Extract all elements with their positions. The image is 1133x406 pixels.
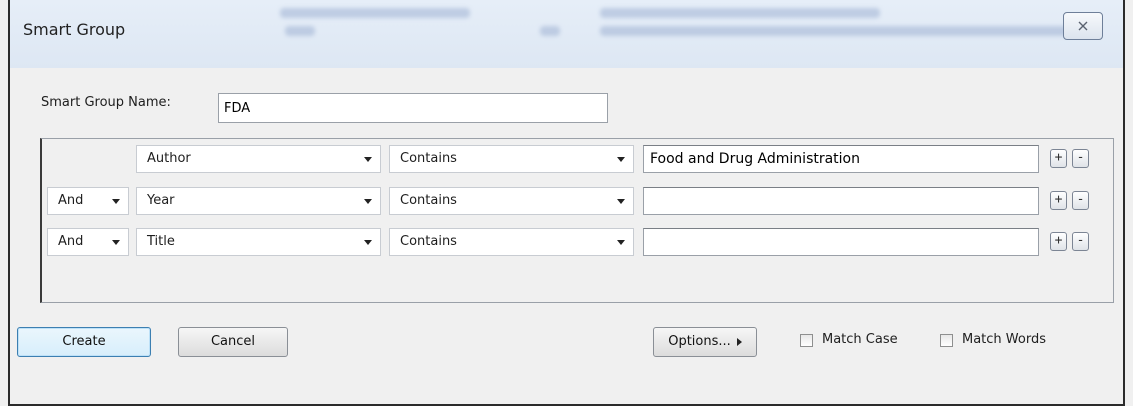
remove-criteria-button[interactable]: - [1072, 149, 1089, 168]
add-criteria-button[interactable]: + [1050, 191, 1067, 210]
field-value: Title [147, 234, 175, 249]
options-label: Options... [668, 334, 731, 349]
field-dropdown[interactable]: Year [136, 187, 381, 215]
field-value: Author [147, 151, 191, 166]
match-words-label: Match Words [962, 332, 1046, 347]
triangle-right-icon [736, 337, 742, 346]
chevron-down-icon [364, 240, 372, 245]
create-button[interactable]: Create [17, 327, 151, 357]
criteria-value-input[interactable] [643, 145, 1039, 173]
connector-value: And [58, 193, 84, 208]
smart-group-name-input[interactable] [218, 93, 608, 123]
criteria-row: Author Contains + - [42, 145, 1113, 173]
operator-value: Contains [400, 234, 457, 249]
cancel-button[interactable]: Cancel [178, 327, 288, 357]
smart-group-name-label: Smart Group Name: [41, 95, 171, 110]
criteria-value-input[interactable] [643, 228, 1039, 256]
background-blur [280, 8, 470, 18]
remove-criteria-button[interactable]: - [1072, 191, 1089, 210]
window-title: Smart Group [23, 20, 126, 39]
close-button[interactable] [1063, 12, 1103, 40]
close-icon [1078, 21, 1088, 31]
criteria-row: And Title Contains + - [42, 228, 1113, 256]
background-blur [285, 26, 315, 36]
chevron-down-icon [364, 157, 372, 162]
add-criteria-button[interactable]: + [1050, 149, 1067, 168]
operator-dropdown[interactable]: Contains [389, 145, 634, 173]
chevron-down-icon [617, 199, 625, 204]
add-criteria-button[interactable]: + [1050, 232, 1067, 251]
operator-dropdown[interactable]: Contains [389, 228, 634, 256]
match-words-checkbox[interactable] [940, 334, 953, 347]
field-value: Year [147, 193, 175, 208]
operator-value: Contains [400, 151, 457, 166]
match-case-label: Match Case [822, 332, 898, 347]
operator-value: Contains [400, 193, 457, 208]
chevron-down-icon [112, 240, 120, 245]
title-bar[interactable]: Smart Group [10, 0, 1123, 68]
remove-criteria-button[interactable]: - [1072, 232, 1089, 251]
connector-dropdown[interactable]: And [47, 187, 129, 215]
field-dropdown[interactable]: Title [136, 228, 381, 256]
options-button[interactable]: Options... [653, 327, 757, 357]
background-blur [540, 26, 560, 36]
field-dropdown[interactable]: Author [136, 145, 381, 173]
background-blur [600, 26, 1070, 36]
criteria-panel: Author Contains + - And Year Contains [40, 138, 1114, 303]
criteria-value-input[interactable] [643, 187, 1039, 215]
chevron-down-icon [112, 199, 120, 204]
connector-dropdown[interactable]: And [47, 228, 129, 256]
match-case-checkbox[interactable] [800, 334, 813, 347]
chevron-down-icon [617, 157, 625, 162]
smart-group-dialog: Smart Group Smart Group Name: Author Con… [8, 0, 1125, 404]
connector-value: And [58, 234, 84, 249]
criteria-row: And Year Contains + - [42, 187, 1113, 215]
chevron-down-icon [364, 199, 372, 204]
background-blur [600, 8, 880, 18]
operator-dropdown[interactable]: Contains [389, 187, 634, 215]
chevron-down-icon [617, 240, 625, 245]
